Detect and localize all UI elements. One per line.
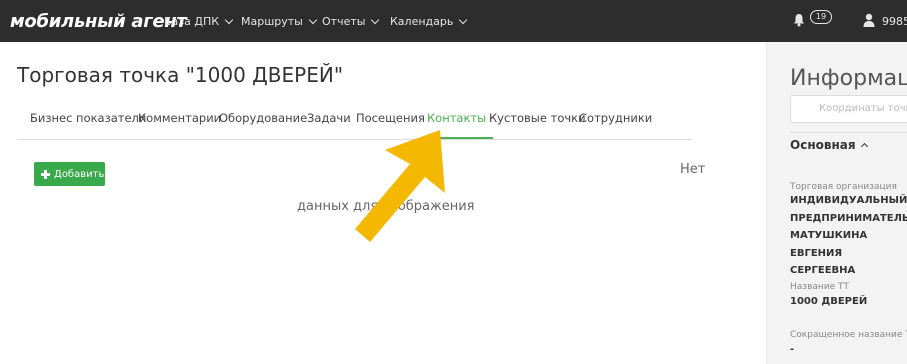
tab-employees[interactable]: Сотрудники	[579, 111, 652, 125]
chevron-down-icon	[308, 15, 318, 24]
chevron-down-icon	[459, 15, 468, 24]
info-sidebar: Информация Координаты точки Основная Тор…	[766, 42, 907, 364]
menu-label: Календарь	[390, 15, 454, 28]
app-logo[interactable]: мобильный агент	[10, 11, 187, 32]
section-toggle-main[interactable]: Основная	[790, 138, 868, 152]
page-title: Торговая точка "1000 ДВЕРЕЙ"	[17, 63, 344, 87]
field-value-trade-org: ИНДИВИДУАЛЬНЫЙ ПРЕДПРИНИМАТЕЛЬ МАТУШКИНА…	[790, 195, 907, 276]
field-value-tt-name: 1000 ДВЕРЕЙ	[790, 296, 868, 307]
notification-count-badge[interactable]: 19	[810, 10, 832, 24]
tab-comments[interactable]: Комментарии	[138, 111, 221, 125]
empty-state-text: Нет	[680, 162, 706, 177]
section-title: Основная	[790, 138, 856, 152]
tab-visits[interactable]: Посещения	[356, 111, 425, 125]
add-button-label: Добавить	[54, 168, 105, 180]
chevron-up-icon	[860, 142, 868, 151]
tab-contacts[interactable]: Контакты	[427, 111, 486, 125]
plus-icon	[41, 169, 50, 179]
user-id[interactable]: 9985	[882, 15, 907, 28]
menu-label: База ДПК	[164, 15, 220, 28]
chevron-down-icon	[224, 15, 234, 24]
divider	[790, 132, 907, 133]
tab-business-metrics[interactable]: Бизнес показатели	[30, 111, 146, 125]
sidebar-title: Информация	[790, 66, 907, 91]
field-label-trade-org: Торговая организация	[790, 182, 897, 192]
field-value-short-name: -	[790, 344, 795, 355]
bell-icon[interactable]	[793, 13, 805, 27]
menu-label: Отчеты	[322, 15, 366, 28]
field-label-tt-name: Название ТТ	[790, 282, 850, 292]
tab-cluster-points[interactable]: Кустовые точки	[489, 111, 586, 125]
menu-label: Маршруты	[241, 15, 303, 28]
page: мобильный агент База ДПК Маршруты Отчеты…	[0, 0, 907, 364]
menu-dpk-base[interactable]: База ДПК	[164, 15, 234, 28]
tab-tasks[interactable]: Задачи	[307, 111, 351, 125]
coordinates-input[interactable]: Координаты точки	[790, 95, 907, 123]
menu-routes[interactable]: Маршруты	[241, 15, 318, 28]
top-navbar: мобильный агент База ДПК Маршруты Отчеты…	[0, 0, 907, 42]
menu-calendar[interactable]: Календарь	[390, 15, 468, 28]
tab-equipment[interactable]: Оборудование	[219, 111, 307, 125]
menu-reports[interactable]: Отчеты	[322, 15, 380, 28]
add-button[interactable]: Добавить	[34, 162, 105, 186]
user-icon[interactable]	[863, 13, 875, 27]
chevron-down-icon	[371, 15, 380, 24]
annotation-arrow-icon	[355, 130, 445, 242]
field-label-short-name: Сокращенное название ТТ	[790, 330, 907, 340]
